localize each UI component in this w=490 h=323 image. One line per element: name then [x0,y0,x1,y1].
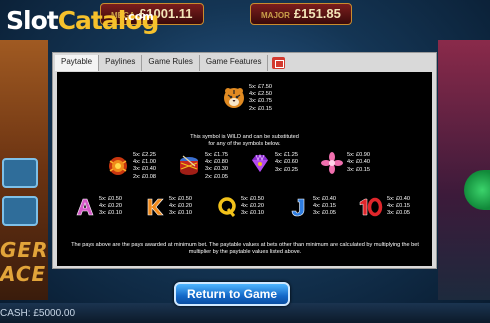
tab-paytable[interactable]: Paytable [55,55,100,71]
symbol-pays: 5x: £1.25 4x: £0.60 3x: £0.25 [275,152,299,173]
tiger-icon [224,88,244,109]
symbol-entry: 5x: £0.40 4x: £0.15 3x: £0.05 [289,196,336,218]
side-button [2,158,38,188]
fire-orb-icon [109,157,127,176]
pink-flower-icon [321,152,343,174]
letter-k-icon [147,198,164,216]
symbol-pays: 5x: £0.40 4x: £0.15 3x: £0.05 [387,196,411,217]
tab-paylines[interactable]: Paylines [99,55,143,71]
symbol-entry: 5x: £2.25 4x: £1.00 3x: £0.40 2x: £0.08 [107,152,156,181]
wild-pays: 5x: £7.50 4x: £2.50 3x: £0.75 2x: £0.15 [249,84,273,112]
info-tabs: Paytable Paylines Game Rules Game Featur… [55,55,286,71]
symbol-entry: 5x: £0.50 4x: £0.20 3x: £0.10 [217,196,264,218]
wild-description: This symbol is WILD and can be substitut… [190,134,299,148]
tab-game-features[interactable]: Game Features [199,55,269,71]
symbol-pays: 5x: £0.90 4x: £0.40 3x: £0.15 [347,152,371,173]
paytable-footnote: The pays above are the pays awarded at m… [71,242,419,256]
symbol-entry: 5x: £0.40 4x: £0.15 3x: £0.05 [357,196,410,218]
help-book-icon[interactable] [272,57,286,69]
symbol-pays: 5x: £0.50 4x: £0.20 3x: £0.10 [241,196,265,217]
purple-gem-icon [252,153,268,172]
symbol-pays: 5x: £1.75 4x: £0.80 3x: £0.30 2x: £0.05 [205,152,229,180]
symbol-entry: 5x: £0.50 4x: £0.20 3x: £0.10 [75,196,122,218]
paytable-window: Paytable Paylines Game Rules Game Featur… [52,52,437,269]
jackpot-major: MAJOR £151.85 [250,3,352,25]
symbol-pays: 5x: £0.40 4x: £0.15 3x: £0.05 [313,196,337,217]
symbol-entry: 5x: £0.90 4x: £0.40 3x: £0.15 [321,152,370,174]
tab-game-rules[interactable]: Game Rules [142,55,200,71]
letter-a-icon [76,198,94,216]
cash-balance: CASH: £5000.00 [0,308,76,319]
side-button [2,196,38,226]
letter-j-icon [291,198,305,217]
drum-icon [180,155,198,176]
symbol-pays: 5x: £0.50 4x: £0.20 3x: £0.10 [169,196,193,217]
symbol-entry: 5x: £0.50 4x: £0.20 3x: £0.10 [145,196,192,218]
symbol-pays: 5x: £2.25 4x: £1.00 3x: £0.40 2x: £0.08 [133,152,157,180]
letter-q-icon [218,197,236,217]
symbol-pays: 5x: £0.50 4x: £0.20 3x: £0.10 [99,196,123,217]
return-to-game-button[interactable]: Return to Game [174,282,290,306]
number-10-icon [359,197,383,217]
wild-symbol-entry: 5x: £7.50 4x: £2.50 3x: £0.75 2x: £0.15 [223,84,272,113]
paytable-content: 5x: £7.50 4x: £2.50 3x: £0.75 2x: £0.15 … [57,72,432,266]
symbol-entry: 5x: £1.75 4x: £0.80 3x: £0.30 2x: £0.05 [177,152,228,181]
slotcatalog-logo: SlotCatalog .com [6,6,159,35]
symbol-entry: 5x: £1.25 4x: £0.60 3x: £0.25 [249,152,298,174]
game-title-fragment: GER ACE [0,238,49,286]
